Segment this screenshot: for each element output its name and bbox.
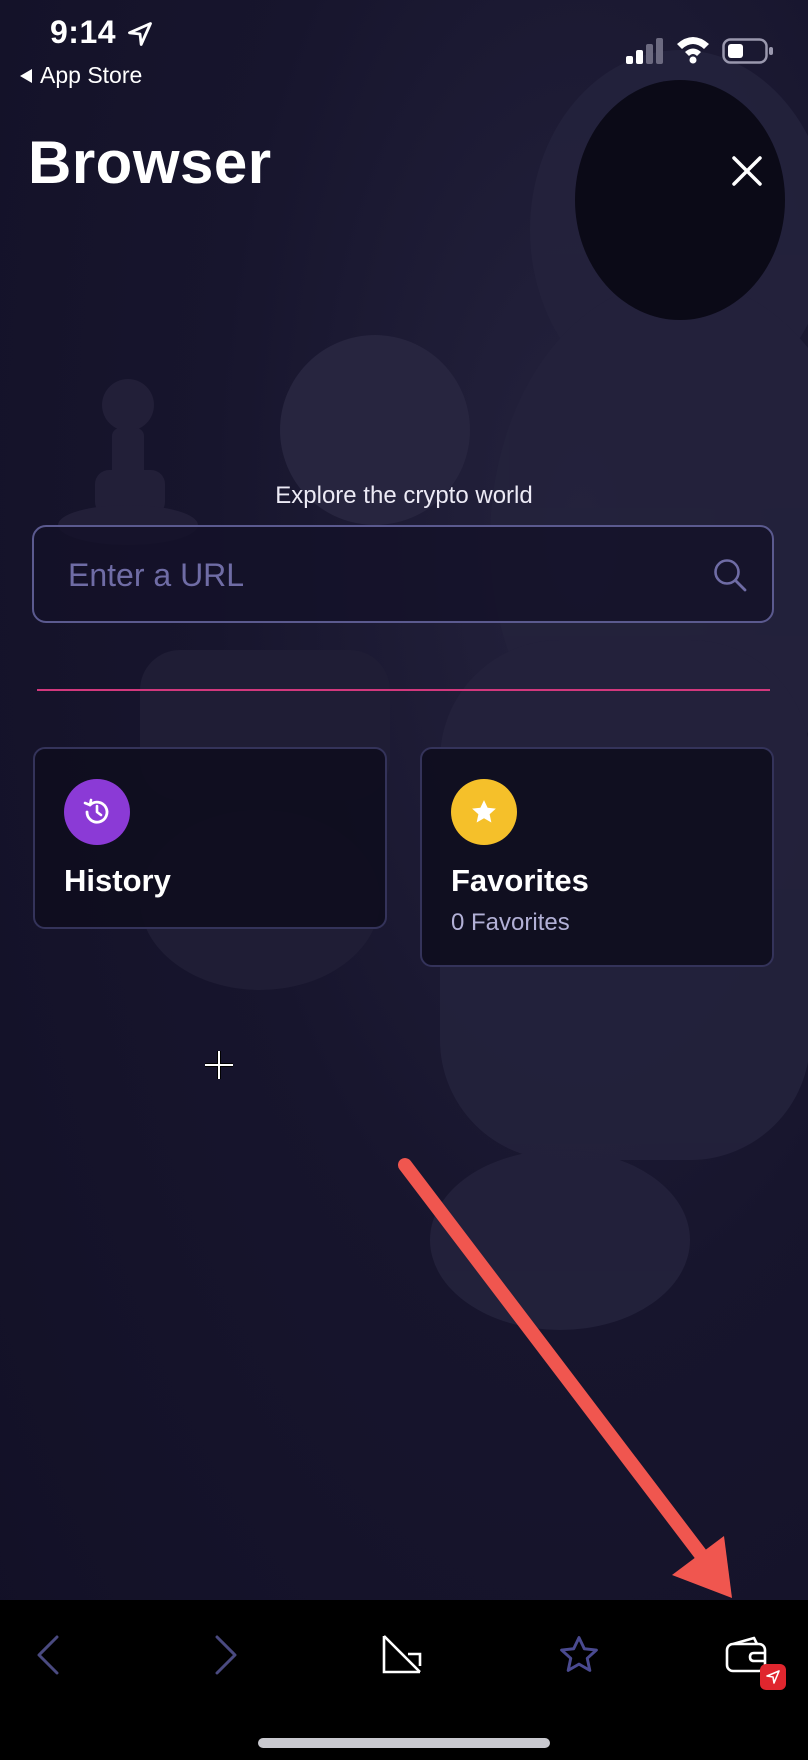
forward-button[interactable] bbox=[190, 1620, 260, 1690]
bottom-navigation-bar bbox=[0, 1600, 808, 1760]
wifi-icon bbox=[677, 37, 709, 64]
home-indicator[interactable] bbox=[258, 1738, 550, 1748]
favorites-card[interactable]: Favorites 0 Favorites bbox=[420, 747, 774, 967]
star-outline-icon bbox=[560, 1636, 598, 1672]
favorites-count: 0 Favorites bbox=[451, 909, 570, 936]
star-icon bbox=[451, 779, 517, 845]
location-arrow-icon bbox=[128, 22, 152, 46]
favorites-label: Favorites bbox=[451, 863, 589, 898]
chevron-right-icon bbox=[215, 1635, 237, 1675]
browser-screen: 9:14 App Store Browser Explore the crypt… bbox=[0, 0, 808, 1760]
back-button[interactable] bbox=[14, 1620, 84, 1690]
tabs-button[interactable] bbox=[368, 1620, 438, 1690]
status-bar: 9:14 App Store bbox=[0, 0, 808, 90]
tabs-icon bbox=[382, 1635, 422, 1674]
status-time: 9:14 bbox=[50, 14, 117, 50]
cellular-signal-icon bbox=[626, 38, 663, 64]
history-label: History bbox=[64, 863, 171, 898]
url-search-box[interactable] bbox=[32, 525, 774, 623]
search-icon[interactable] bbox=[712, 557, 748, 593]
url-input[interactable] bbox=[66, 527, 690, 623]
history-clock-icon bbox=[64, 779, 130, 845]
chevron-left-icon bbox=[37, 1635, 59, 1675]
favorites-nav-button[interactable] bbox=[544, 1620, 614, 1690]
battery-icon bbox=[722, 38, 773, 64]
wallet-send-badge bbox=[760, 1664, 786, 1690]
back-to-app-store-link[interactable]: App Store bbox=[20, 62, 142, 89]
page-title: Browser bbox=[28, 129, 272, 196]
section-divider bbox=[37, 689, 770, 691]
explore-tagline: Explore the crypto world bbox=[275, 482, 533, 509]
back-app-label: App Store bbox=[40, 62, 143, 88]
back-triangle-icon bbox=[20, 68, 32, 83]
crosshair-cursor-icon bbox=[205, 1051, 233, 1079]
wallet-button[interactable] bbox=[712, 1620, 786, 1690]
history-card[interactable]: History bbox=[33, 747, 387, 929]
close-icon[interactable] bbox=[722, 146, 772, 196]
send-icon bbox=[766, 1670, 780, 1684]
